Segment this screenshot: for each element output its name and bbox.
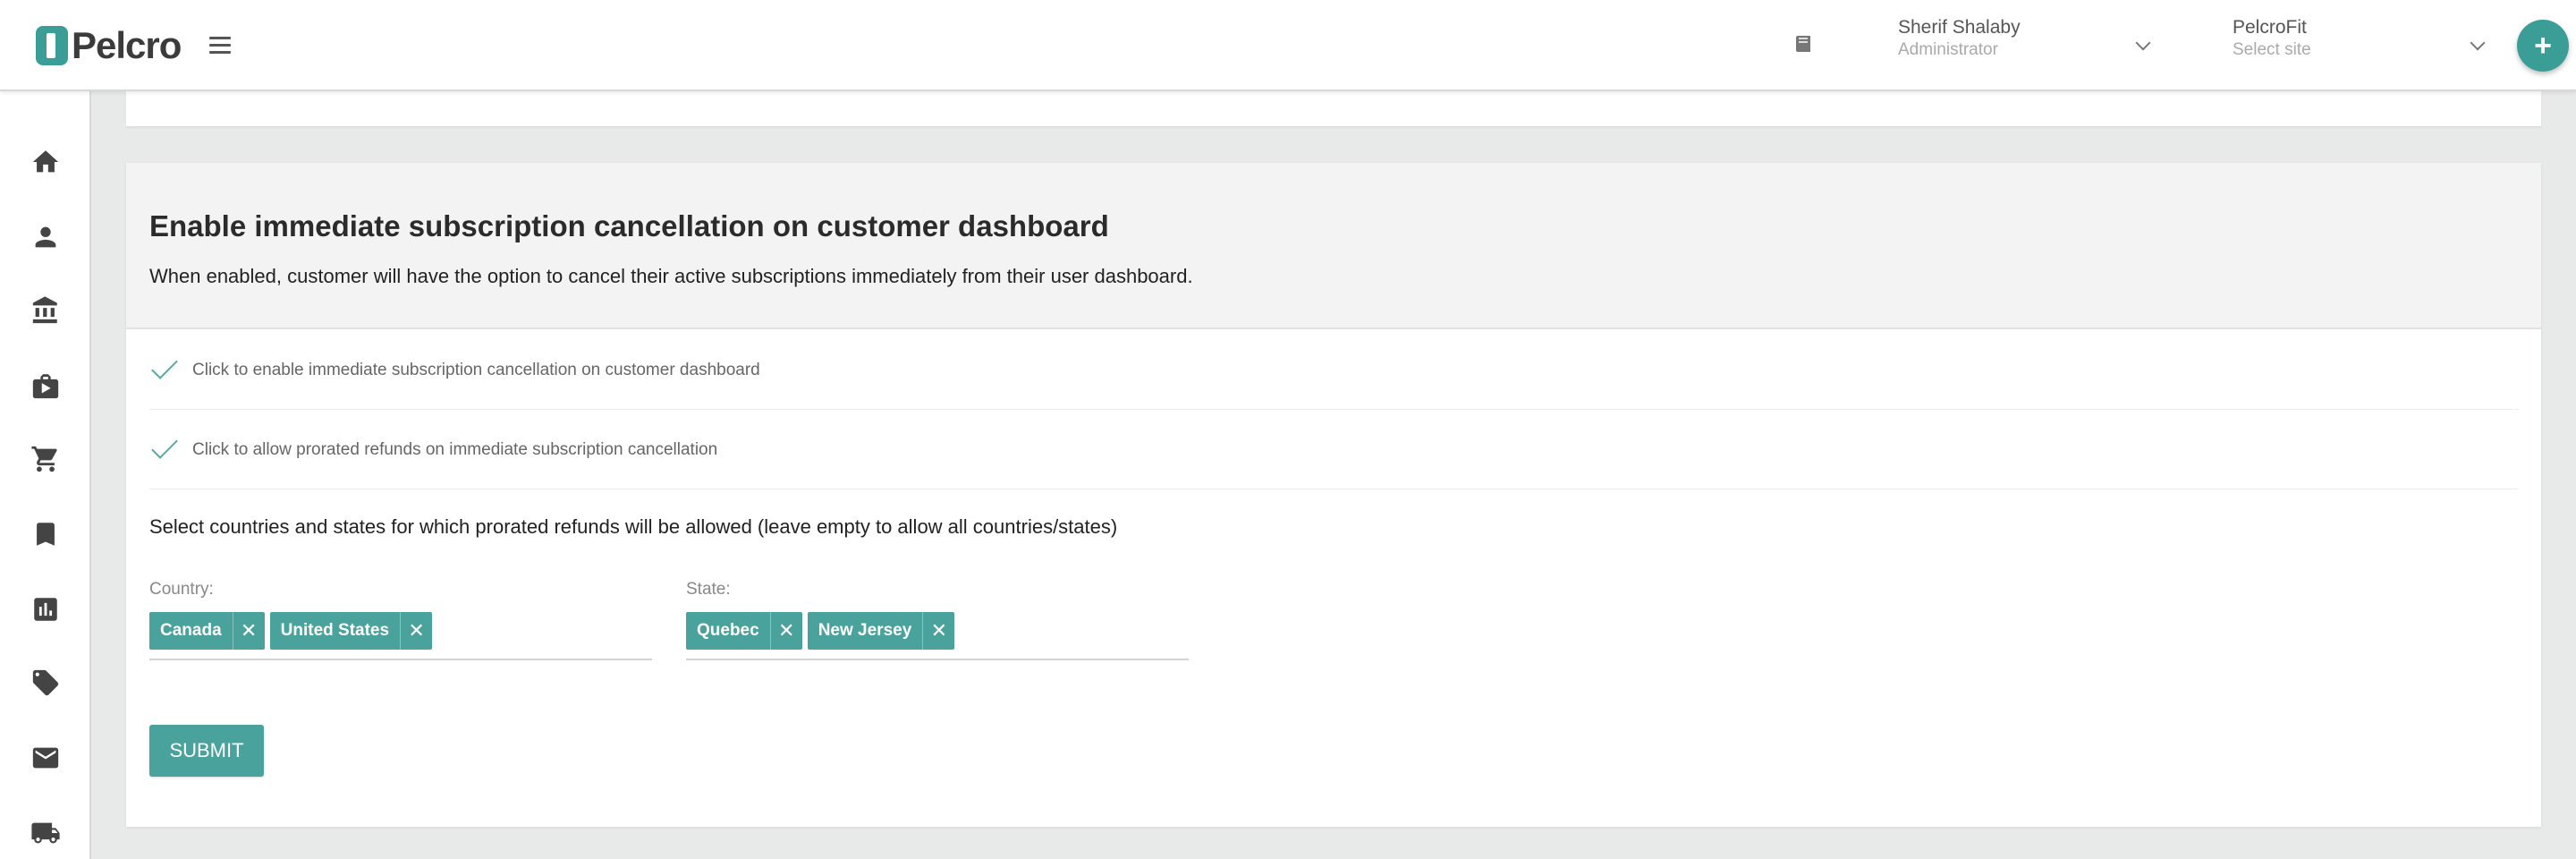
book-icon[interactable] (1794, 34, 1812, 55)
add-button[interactable]: + (2517, 20, 2569, 72)
country-label: Country: (149, 580, 214, 599)
country-chip: Canada ✕ (149, 612, 265, 650)
check-icon (149, 357, 176, 384)
site-name: PelcroFit (2233, 17, 2307, 38)
truck-icon[interactable] (25, 812, 66, 854)
settings-card: Enable immediate subscription cancellati… (126, 163, 2541, 827)
check-icon (149, 437, 176, 464)
state-select[interactable]: Quebec ✕ New Jersey ✕ (686, 612, 1189, 660)
bookmark-icon[interactable] (25, 514, 66, 555)
home-icon[interactable] (25, 141, 66, 183)
sidebar (0, 91, 91, 859)
enable-cancellation-checkbox[interactable]: Click to enable immediate subscription c… (149, 331, 2518, 410)
country-chip: United States ✕ (269, 612, 433, 650)
site-placeholder: Select site (2233, 40, 2311, 59)
state-label: State: (686, 580, 731, 599)
mail-icon[interactable] (25, 737, 66, 778)
state-chip: New Jersey ✕ (807, 612, 955, 650)
briefcase-icon[interactable] (25, 365, 66, 406)
user-role: Administrator (1898, 40, 1998, 59)
state-chip: Quebec ✕ (686, 612, 802, 650)
previous-card (126, 91, 2541, 127)
site-selector[interactable]: PelcroFit Select site (2233, 16, 2492, 70)
select-caption: Select countries and states for which pr… (149, 515, 1118, 538)
user-name: Sherif Shalaby (1898, 17, 2021, 38)
person-icon[interactable] (25, 217, 66, 258)
top-bar: Pelcro Sherif Shalaby Administrator Pelc… (0, 0, 2576, 91)
ticket-icon[interactable] (25, 662, 66, 703)
close-icon[interactable]: ✕ (922, 612, 954, 650)
submit-button[interactable]: SUBMIT (149, 725, 264, 777)
pelcro-logo[interactable]: Pelcro (36, 23, 182, 68)
bank-icon[interactable] (25, 290, 66, 331)
close-icon[interactable]: ✕ (400, 612, 432, 650)
card-description: When enabled, customer will have the opt… (149, 265, 1193, 287)
checkbox-label: Click to allow prorated refunds on immed… (192, 439, 718, 459)
card-title: Enable immediate subscription cancellati… (149, 209, 1109, 242)
pelcro-logo-icon (36, 26, 68, 65)
card-header: Enable immediate subscription cancellati… (126, 163, 2541, 329)
close-icon[interactable]: ✕ (232, 612, 265, 650)
country-select[interactable]: Canada ✕ United States ✕ (149, 612, 652, 660)
cart-icon[interactable] (25, 438, 66, 480)
prorated-refunds-checkbox[interactable]: Click to allow prorated refunds on immed… (149, 411, 2518, 489)
user-menu[interactable]: Sherif Shalaby Administrator (1898, 16, 2157, 70)
logo-text: Pelcro (72, 24, 182, 66)
bar-chart-icon[interactable] (25, 589, 66, 630)
menu-icon[interactable] (209, 32, 231, 57)
close-icon[interactable]: ✕ (769, 612, 802, 650)
checkbox-label: Click to enable immediate subscription c… (192, 360, 760, 379)
